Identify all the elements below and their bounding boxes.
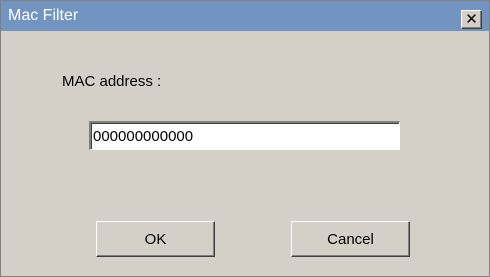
cancel-button[interactable]: Cancel xyxy=(291,221,410,257)
title-bar[interactable]: Mac Filter ✕ xyxy=(1,1,489,31)
mac-address-label: MAC address : xyxy=(62,73,162,90)
mac-address-input[interactable] xyxy=(89,121,400,150)
mac-filter-dialog: Mac Filter ✕ MAC address : OK Cancel xyxy=(0,0,490,277)
ok-button[interactable]: OK xyxy=(96,221,215,257)
close-icon: ✕ xyxy=(465,11,478,28)
window-title: Mac Filter xyxy=(8,7,79,24)
close-button[interactable]: ✕ xyxy=(461,10,482,29)
